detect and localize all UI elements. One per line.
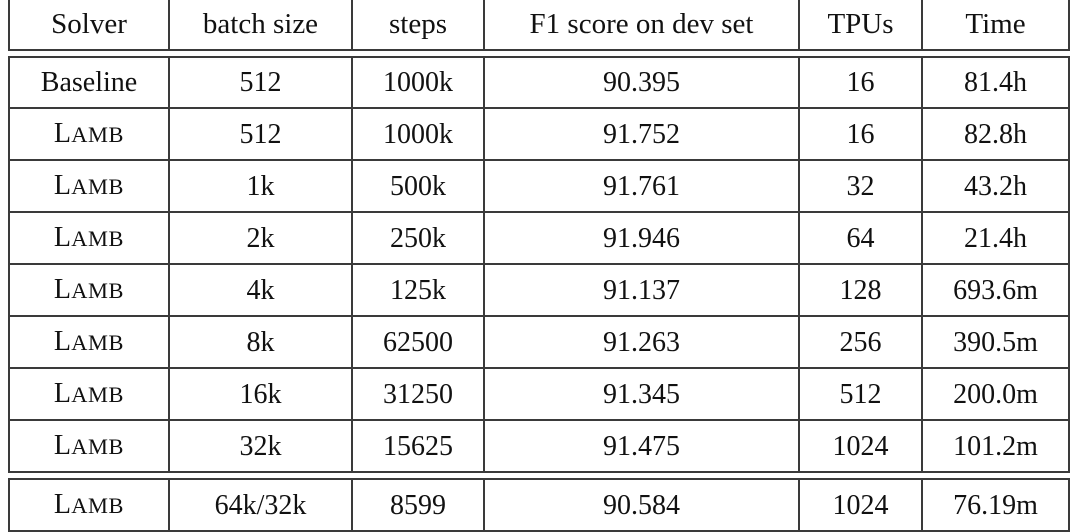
cell-time: 693.6m [923, 265, 1070, 317]
cell-time: 43.2h [923, 161, 1070, 213]
cell-steps: 500k [353, 161, 485, 213]
solver-name-lamb: LAMB [54, 378, 124, 409]
cell-steps: 15625 [353, 421, 485, 473]
cell-batch-size: 64k/32k [170, 478, 353, 532]
solver-name-lamb: LAMB [54, 118, 124, 149]
cell-time: 76.19m [923, 478, 1070, 532]
cell-solver: LAMB [8, 109, 170, 161]
cell-batch-size: 512 [170, 56, 353, 109]
cell-f1-score: 91.946 [485, 213, 800, 265]
solver-name-initial: L [53, 378, 72, 409]
cell-time: 200.0m [923, 369, 1070, 421]
cell-time: 82.8h [923, 109, 1070, 161]
cell-time: 21.4h [923, 213, 1070, 265]
cell-f1-score: 91.761 [485, 161, 800, 213]
table-row: LAMB 8k 62500 91.263 256 390.5m [8, 317, 1070, 369]
solver-name-remainder: AMB [71, 226, 125, 251]
cell-steps: 250k [353, 213, 485, 265]
cell-tpus: 1024 [800, 421, 923, 473]
cell-batch-size: 32k [170, 421, 353, 473]
table-row: LAMB 64k/32k 8599 90.584 1024 76.19m [8, 478, 1070, 532]
cell-f1-score: 90.584 [485, 478, 800, 532]
solver-name-baseline: Baseline [40, 67, 138, 98]
solver-name-initial: L [53, 430, 72, 461]
cell-f1-score: 90.395 [485, 56, 800, 109]
solver-name-lamb: LAMB [54, 326, 124, 357]
cell-time: 101.2m [923, 421, 1070, 473]
cell-f1-score: 91.752 [485, 109, 800, 161]
solver-name-remainder: AMB [71, 382, 125, 407]
cell-steps: 1000k [353, 109, 485, 161]
results-table-body: Baseline 512 1000k 90.395 16 81.4h LAMB 512 1000… [8, 56, 1070, 473]
cell-tpus: 512 [800, 369, 923, 421]
results-table-final-row: LAMB 64k/32k 8599 90.584 1024 76.19m [8, 478, 1070, 532]
solver-name-lamb: LAMB [54, 274, 124, 305]
cell-tpus: 256 [800, 317, 923, 369]
cell-batch-size: 512 [170, 109, 353, 161]
solver-name-remainder: AMB [71, 278, 125, 303]
solver-name-initial: L [53, 489, 72, 520]
cell-batch-size: 8k [170, 317, 353, 369]
table-row: LAMB 4k 125k 91.137 128 693.6m [8, 265, 1070, 317]
cell-steps: 62500 [353, 317, 485, 369]
cell-tpus: 1024 [800, 478, 923, 532]
results-table-container: Solver batch size steps F1 score on dev … [8, 0, 1070, 532]
column-header-batch-size: batch size [170, 0, 353, 51]
cell-batch-size: 16k [170, 369, 353, 421]
results-table-header: Solver batch size steps F1 score on dev … [8, 0, 1070, 51]
cell-tpus: 128 [800, 265, 923, 317]
cell-solver: LAMB [8, 478, 170, 532]
solver-name-remainder: AMB [71, 174, 125, 199]
cell-f1-score: 91.263 [485, 317, 800, 369]
solver-name-initial: L [53, 170, 72, 201]
table-header-row: Solver batch size steps F1 score on dev … [8, 0, 1070, 51]
cell-solver: LAMB [8, 421, 170, 473]
solver-name-remainder: AMB [71, 122, 125, 147]
cell-steps: 1000k [353, 56, 485, 109]
cell-f1-score: 91.345 [485, 369, 800, 421]
table-row: LAMB 32k 15625 91.475 1024 101.2m [8, 421, 1070, 473]
cell-tpus: 16 [800, 109, 923, 161]
column-header-f1-score: F1 score on dev set [485, 0, 800, 51]
column-header-tpus: TPUs [800, 0, 923, 51]
cell-tpus: 32 [800, 161, 923, 213]
table-row: LAMB 2k 250k 91.946 64 21.4h [8, 213, 1070, 265]
cell-tpus: 16 [800, 56, 923, 109]
column-header-steps: steps [353, 0, 485, 51]
solver-name-initial: L [53, 274, 72, 305]
solver-name-lamb: LAMB [54, 489, 124, 520]
cell-steps: 8599 [353, 478, 485, 532]
column-header-solver: Solver [8, 0, 170, 51]
solver-name-initial: L [53, 118, 72, 149]
cell-steps: 31250 [353, 369, 485, 421]
table-row: LAMB 16k 31250 91.345 512 200.0m [8, 369, 1070, 421]
solver-name-remainder: AMB [71, 330, 125, 355]
solver-name-lamb: LAMB [54, 222, 124, 253]
cell-solver: Baseline [8, 56, 170, 109]
solver-name-lamb: LAMB [54, 430, 124, 461]
cell-solver: LAMB [8, 265, 170, 317]
cell-tpus: 64 [800, 213, 923, 265]
cell-solver: LAMB [8, 317, 170, 369]
cell-f1-score: 91.137 [485, 265, 800, 317]
cell-time: 81.4h [923, 56, 1070, 109]
cell-steps: 125k [353, 265, 485, 317]
cell-batch-size: 4k [170, 265, 353, 317]
table-row: Baseline 512 1000k 90.395 16 81.4h [8, 56, 1070, 109]
solver-name-remainder: AMB [71, 434, 125, 459]
cell-solver: LAMB [8, 213, 170, 265]
solver-name-lamb: LAMB [54, 170, 124, 201]
solver-name-remainder: AMB [71, 493, 125, 518]
table-row: LAMB 1k 500k 91.761 32 43.2h [8, 161, 1070, 213]
cell-time: 390.5m [923, 317, 1070, 369]
column-header-time: Time [923, 0, 1070, 51]
cell-solver: LAMB [8, 369, 170, 421]
cell-solver: LAMB [8, 161, 170, 213]
cell-batch-size: 1k [170, 161, 353, 213]
solver-name-initial: L [53, 222, 72, 253]
cell-batch-size: 2k [170, 213, 353, 265]
table-row: LAMB 512 1000k 91.752 16 82.8h [8, 109, 1070, 161]
solver-name-initial: L [53, 326, 72, 357]
cell-f1-score: 91.475 [485, 421, 800, 473]
